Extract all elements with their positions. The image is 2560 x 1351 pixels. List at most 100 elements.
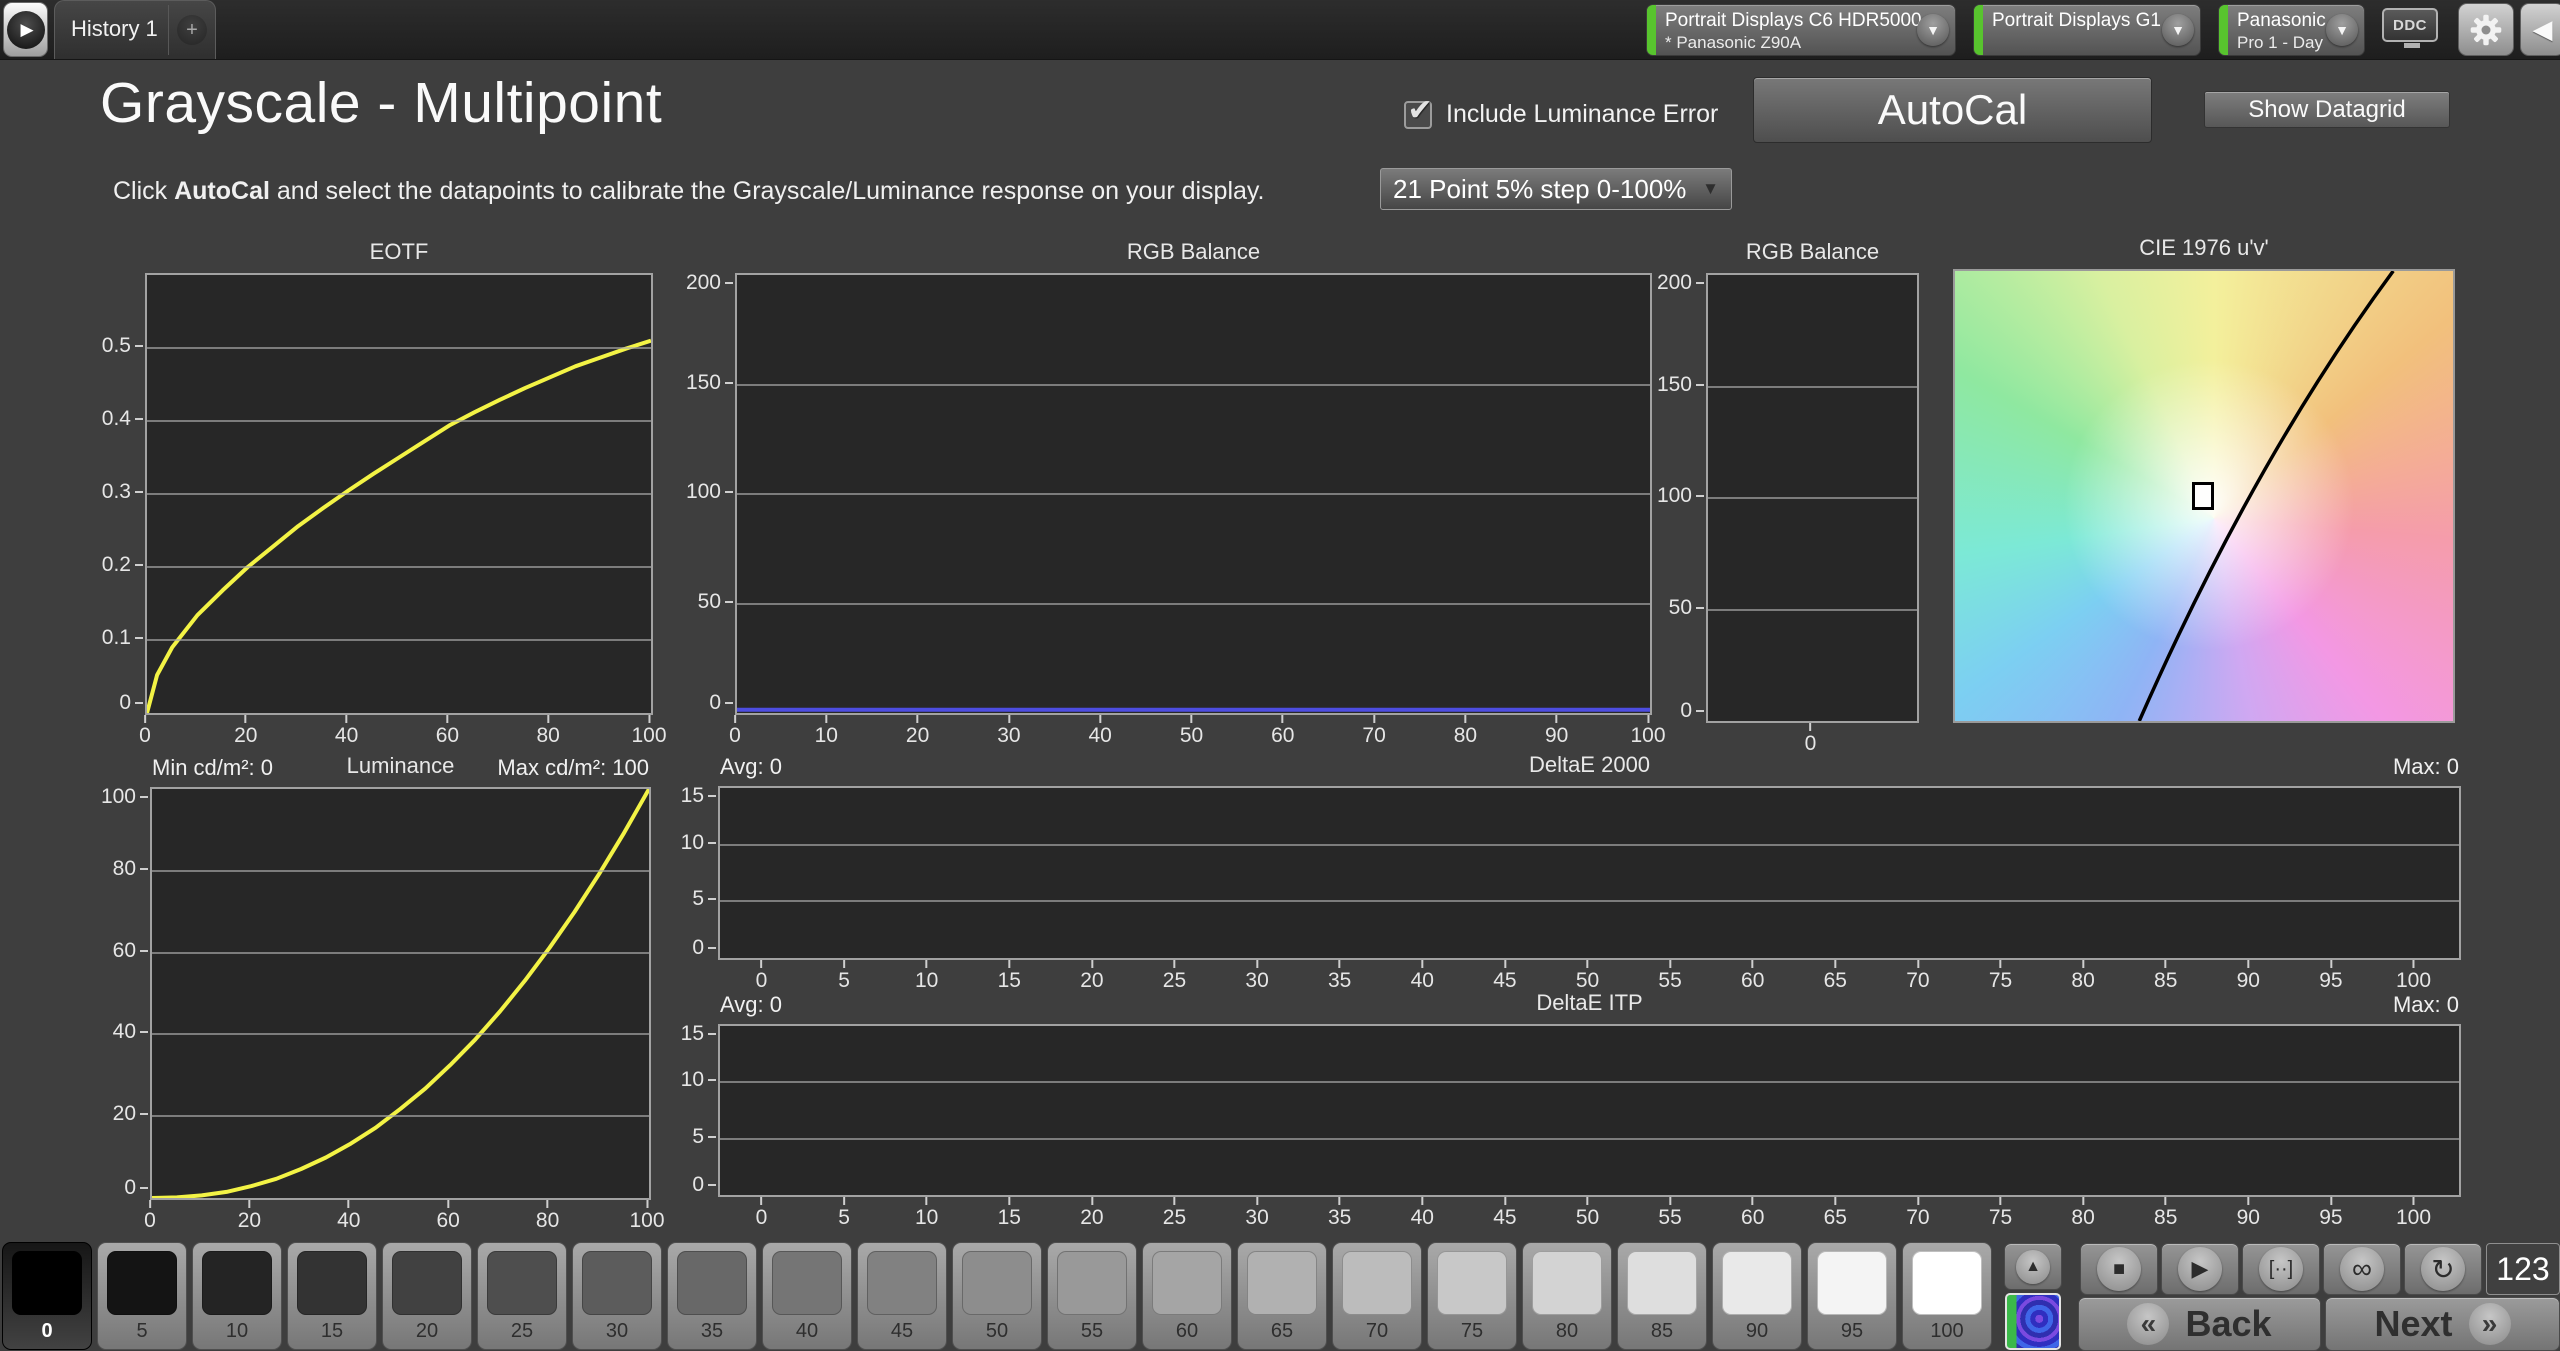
x-tick-label: 60: [1271, 715, 1294, 748]
pattern-window-thumbnail[interactable]: [2005, 1293, 2061, 1350]
include-luminance-error-label: Include Luminance Error: [1446, 100, 1718, 129]
meter-name: Portrait Displays C6 HDR5000: [1665, 9, 1911, 32]
up-arrow-icon: ▲: [2016, 1250, 2050, 1284]
chevron-down-icon[interactable]: ▼: [2326, 14, 2358, 46]
repeat-button[interactable]: ↻: [2404, 1243, 2482, 1295]
continuous-icon: ∞: [2340, 1247, 2384, 1291]
grayscale-patch-70[interactable]: 70: [1332, 1242, 1422, 1350]
x-tick-label: 35: [1328, 960, 1351, 993]
grayscale-patch-45[interactable]: 45: [857, 1242, 947, 1350]
play-button[interactable]: ▶: [2161, 1243, 2239, 1295]
grayscale-patch-55[interactable]: 55: [1047, 1242, 1137, 1350]
grayscale-patch-15[interactable]: 15: [287, 1242, 377, 1350]
x-tick-label: 25: [1163, 1197, 1186, 1230]
patch-swatch: [1722, 1251, 1792, 1315]
max-value-label: Max: 0: [2393, 754, 2459, 780]
x-tick-label: 20: [1080, 960, 1103, 993]
grayscale-patch-85[interactable]: 85: [1617, 1242, 1707, 1350]
x-tick-label: 50: [1576, 960, 1599, 993]
show-datagrid-button[interactable]: Show Datagrid: [2204, 91, 2450, 128]
x-tick-label: 20: [238, 1200, 261, 1233]
x-tick-label: 0: [756, 1197, 768, 1230]
meter-selector[interactable]: Portrait Displays C6 HDR5000 * Panasonic…: [1646, 4, 1956, 56]
patch-swatch: [867, 1251, 937, 1315]
point-count-dropdown[interactable]: 21 Point 5% step 0-100% ▼: [1380, 168, 1732, 210]
gridline: [1708, 386, 1917, 388]
x-tick-label: 10: [915, 960, 938, 993]
grayscale-patch-25[interactable]: 25: [477, 1242, 567, 1350]
chart-title: RGB Balance: [1706, 239, 1919, 265]
continuous-button[interactable]: ∞: [2323, 1243, 2401, 1295]
y-tick-label: 5: [692, 887, 716, 911]
grayscale-patch-50[interactable]: 50: [952, 1242, 1042, 1350]
x-tick-label: 15: [998, 960, 1021, 993]
x-tick-label: 90: [2237, 960, 2260, 993]
collapse-panel-button[interactable]: ◀: [2520, 3, 2560, 56]
patch-swatch: [202, 1251, 272, 1315]
next-button[interactable]: Next »: [2325, 1297, 2560, 1351]
grayscale-patch-5[interactable]: 5: [97, 1242, 187, 1350]
x-tick-label: 100: [2396, 960, 2431, 993]
patch-swatch: [772, 1251, 842, 1315]
x-tick-label: 50: [1180, 715, 1203, 748]
gridline: [152, 1115, 649, 1117]
patch-level-label: 100: [1903, 1320, 1991, 1343]
grayscale-patch-75[interactable]: 75: [1427, 1242, 1517, 1350]
x-tick-label: 10: [915, 1197, 938, 1230]
x-tick-label: 45: [1493, 1197, 1516, 1230]
display-selector[interactable]: Panasonic Pro 1 - Day ▼: [2218, 4, 2365, 56]
grayscale-patch-0[interactable]: 0: [2, 1242, 92, 1350]
tab-history-1[interactable]: History 1: [55, 1, 168, 59]
ddc-monitor-stand: [2404, 43, 2420, 48]
patch-swatch: [1057, 1251, 1127, 1315]
session-play-button[interactable]: ▶: [3, 2, 48, 57]
grayscale-patch-65[interactable]: 65: [1237, 1242, 1327, 1350]
grayscale-patch-80[interactable]: 80: [1522, 1242, 1612, 1350]
grayscale-patch-40[interactable]: 40: [762, 1242, 852, 1350]
y-tick-label: 0.2: [102, 553, 143, 577]
patch-level-label: 95: [1808, 1320, 1896, 1343]
chevron-down-icon[interactable]: ▼: [1917, 14, 1949, 46]
x-tick-label: 0: [756, 960, 768, 993]
grayscale-patch-20[interactable]: 20: [382, 1242, 472, 1350]
x-tick-label: 40: [1411, 1197, 1434, 1230]
x-tick-label: 100: [2396, 1197, 2431, 1230]
patch-level-label: 40: [763, 1320, 851, 1343]
chevron-down-icon[interactable]: ▼: [2162, 14, 2194, 46]
pattern-window-expand-button[interactable]: ▲: [2004, 1243, 2062, 1290]
y-tick-label: 5: [692, 1125, 716, 1149]
display-status-bar: [2219, 5, 2228, 55]
grayscale-patch-95[interactable]: 95: [1807, 1242, 1897, 1350]
x-tick-label: 80: [1454, 715, 1477, 748]
x-tick-label: 60: [437, 1200, 460, 1233]
x-tick-label: 25: [1163, 960, 1186, 993]
display-mode: Pro 1 - Day: [2237, 32, 2320, 53]
back-button[interactable]: « Back: [2078, 1297, 2321, 1351]
patch-level-label: 80: [1523, 1320, 1611, 1343]
grayscale-patch-60[interactable]: 60: [1142, 1242, 1232, 1350]
patch-level-label: 85: [1618, 1320, 1706, 1343]
source-selector[interactable]: Portrait Displays G1 ▼: [1973, 4, 2201, 56]
x-tick-label: 60: [1741, 1197, 1764, 1230]
x-tick-label: 55: [1658, 1197, 1681, 1230]
x-tick-label: 75: [1989, 1197, 2012, 1230]
grayscale-patch-35[interactable]: 35: [667, 1242, 757, 1350]
stop-button[interactable]: ■: [2080, 1243, 2158, 1295]
patch-swatch: [12, 1251, 82, 1315]
x-tick-label: 15: [998, 1197, 1021, 1230]
grayscale-patch-10[interactable]: 10: [192, 1242, 282, 1350]
add-tab-button[interactable]: +: [169, 1, 215, 59]
include-luminance-error-checkbox[interactable]: ✔: [1404, 101, 1432, 129]
ddc-control-button[interactable]: DDC: [2382, 8, 2442, 52]
grayscale-patch-30[interactable]: 30: [572, 1242, 662, 1350]
x-tick-label: 95: [2319, 1197, 2342, 1230]
display-name: Panasonic: [2237, 9, 2320, 32]
gridline: [737, 384, 1650, 386]
grayscale-patch-90[interactable]: 90: [1712, 1242, 1802, 1350]
settings-button[interactable]: [2458, 3, 2514, 56]
pattern-series-button[interactable]: [··]: [2242, 1243, 2320, 1295]
x-tick-label: 85: [2154, 1197, 2177, 1230]
x-tick-label: 90: [1545, 715, 1568, 748]
grayscale-patch-100[interactable]: 100: [1902, 1242, 1992, 1350]
autocal-button[interactable]: AutoCal: [1753, 77, 2152, 143]
